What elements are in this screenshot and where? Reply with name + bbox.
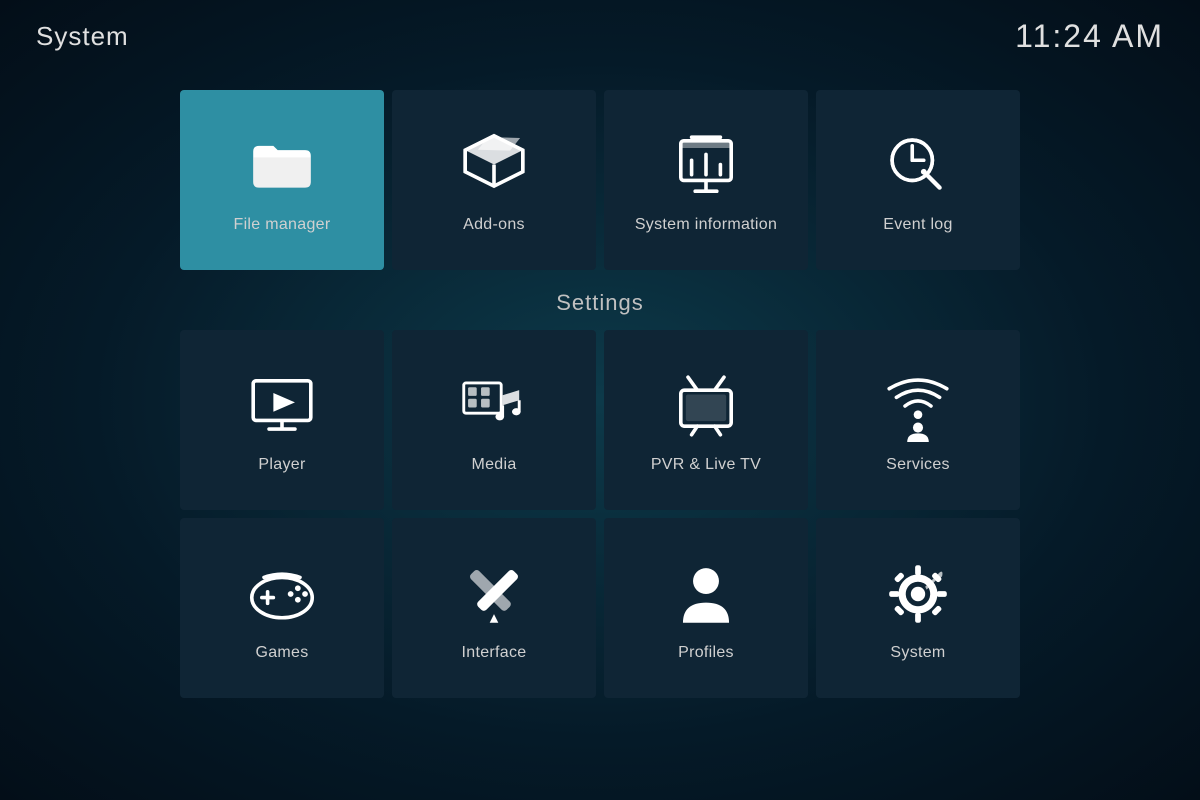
clock: 11:24 AM <box>1015 18 1164 55</box>
tile-system-information[interactable]: System information <box>604 90 808 270</box>
tile-services[interactable]: Services <box>816 330 1020 510</box>
tile-games[interactable]: Games <box>180 518 384 698</box>
tile-event-log[interactable]: Event log <box>816 90 1020 270</box>
system-icon <box>882 558 954 630</box>
tile-services-label: Services <box>886 456 950 474</box>
games-icon <box>246 558 318 630</box>
tile-media-label: Media <box>471 456 516 474</box>
player-icon <box>246 370 318 442</box>
tile-profiles-label: Profiles <box>678 644 734 662</box>
tile-games-label: Games <box>255 644 308 662</box>
tile-event-log-label: Event log <box>883 216 952 234</box>
tile-system-label: System <box>890 644 945 662</box>
tile-pvr-live-tv-label: PVR & Live TV <box>651 456 761 474</box>
media-icon <box>458 370 530 442</box>
tile-media[interactable]: Media <box>392 330 596 510</box>
settings-row-2: Games Interface <box>180 518 1020 698</box>
main-content: File manager Add-ons <box>0 80 1200 800</box>
tile-system-information-label: System information <box>635 216 777 234</box>
settings-section-label: Settings <box>556 290 644 316</box>
interface-icon <box>458 558 530 630</box>
tile-add-ons[interactable]: Add-ons <box>392 90 596 270</box>
tile-player[interactable]: Player <box>180 330 384 510</box>
settings-rows: Player <box>180 330 1020 698</box>
services-icon <box>882 370 954 442</box>
system-information-icon <box>670 130 742 202</box>
tile-interface-label: Interface <box>462 644 527 662</box>
tile-player-label: Player <box>258 456 305 474</box>
header: System 11:24 AM <box>0 0 1200 73</box>
settings-row-1: Player <box>180 330 1020 510</box>
profiles-icon <box>670 558 742 630</box>
top-row: File manager Add-ons <box>180 90 1020 270</box>
tile-profiles[interactable]: Profiles <box>604 518 808 698</box>
tile-file-manager-label: File manager <box>234 216 331 234</box>
tile-add-ons-label: Add-ons <box>463 216 525 234</box>
page-title: System <box>36 21 129 52</box>
tile-file-manager[interactable]: File manager <box>180 90 384 270</box>
pvr-live-tv-icon <box>670 370 742 442</box>
add-ons-icon <box>458 130 530 202</box>
tile-interface[interactable]: Interface <box>392 518 596 698</box>
file-manager-icon <box>246 130 318 202</box>
tile-system[interactable]: System <box>816 518 1020 698</box>
tile-pvr-live-tv[interactable]: PVR & Live TV <box>604 330 808 510</box>
event-log-icon <box>882 130 954 202</box>
